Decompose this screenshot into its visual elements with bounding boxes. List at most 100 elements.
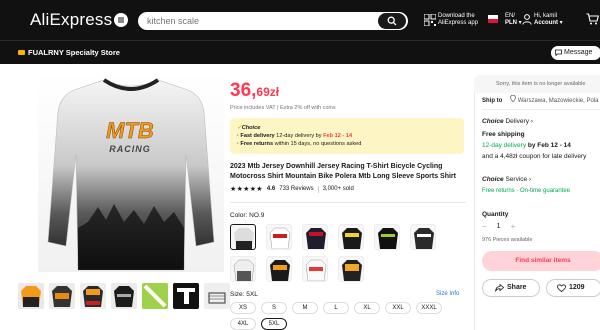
find-similar-button[interactable]: Find similar items [482,251,600,271]
color-swatch[interactable] [374,224,400,250]
download-line-1: Download the [438,13,475,19]
thumbnail-strip [18,283,230,309]
heart-icon [557,284,566,292]
free-shipping-label: Free shipping [482,131,525,138]
chat-icon [555,49,562,56]
rating-row: ★★★★★ 4.6 733 Reviews 3,000+ sold [230,185,354,193]
thumbnail[interactable] [80,283,106,309]
size-label: Size: 5XL [230,291,258,298]
size-options: XS S M L XL XXL XXXL 4XL 5XL [230,302,466,330]
search-button[interactable] [378,13,406,29]
message-button[interactable]: Message [551,46,600,60]
greeting-text: Hi, kamil [534,13,558,19]
size-option-5xl[interactable]: 5XL [261,318,287,330]
late-delivery-coupon: and a 4,48zł coupon for late delivery [482,153,587,160]
share-label: Share [507,284,527,291]
product-title: 2023 Mtb Jersey Downhill Jersey Racing T… [230,163,456,180]
price: 36,69zł [230,80,279,102]
quantity-stepper: − 1 + [482,222,515,231]
size-option-xxxl[interactable]: XXXL [416,302,442,314]
choice-badge: ✓Choice [237,125,261,131]
reviews-link[interactable]: 733 Reviews [279,186,313,192]
size-option-xs[interactable]: XS [230,302,256,314]
decrease-quantity-button[interactable]: − [482,222,487,231]
thumbnail[interactable] [18,283,44,309]
color-swatch[interactable] [266,224,292,250]
account-label: Account [534,20,558,26]
cart-icon[interactable] [586,13,599,25]
color-swatches [230,224,466,282]
account-menu[interactable]: Hi, kamil Account ▾ [534,13,563,27]
fast-delivery-line: · Fast delivery 12-day delivery by Feb 1… [237,133,353,139]
thumbnail[interactable] [49,283,75,309]
search-input[interactable] [147,14,367,28]
language-label: EN/ [505,13,516,19]
jersey-image: MTB RACING [47,78,215,271]
download-line-2: AliExpress app [438,20,479,26]
category-menu-button[interactable] [114,13,128,27]
size-option-s[interactable]: S [261,302,287,314]
sold-count: 3,000+ sold [322,186,354,192]
jersey-brand-logo: MTB [106,118,154,143]
pieces-available: 976 Pieces available [482,237,533,243]
message-label: Message [564,49,593,56]
color-label: Color: NO.9 [230,212,265,219]
user-icon[interactable] [522,14,532,25]
size-option-l[interactable]: L [323,302,349,314]
thumbnail[interactable] [204,283,230,309]
share-button[interactable]: Share [482,279,540,297]
color-swatch[interactable] [266,256,292,282]
size-info-link[interactable]: Size Info [436,291,459,297]
choice-service-heading[interactable]: Choice Service › [482,176,531,183]
search-icon [387,16,397,26]
delivery-date: 12-day delivery by Feb 12 - 14 [482,142,571,149]
price-integer: 36, [230,80,257,101]
search-bar [138,12,408,30]
ship-to-label: Ship to [482,98,503,104]
quantity-label: Quantity [482,211,509,218]
poland-flag-icon [488,15,498,23]
store-bar: FUALRNY Specialty Store Message [0,40,600,64]
language-currency-selector[interactable]: EN/ PLN ▾ [505,13,522,27]
increase-quantity-button[interactable]: + [511,222,516,231]
main-product-image[interactable]: MTB RACING [38,72,224,272]
unavailable-notice: Sorry, this item is no longer available [474,75,600,93]
wishlist-count: 1209 [569,284,585,291]
returns-guarantee: Free returns · On-time guarantee [482,188,571,194]
color-swatch[interactable] [230,256,256,282]
location-pin-icon [510,94,516,103]
qr-code-icon[interactable] [424,14,436,26]
size-option-xxl[interactable]: XXL [385,302,411,314]
thumbnail[interactable] [142,283,168,309]
jersey-subtitle-logo: RACING [109,144,151,154]
size-option-4xl[interactable]: 4XL [230,318,256,330]
choice-delivery-heading[interactable]: Choice Delivery › [482,118,533,125]
wishlist-button[interactable]: 1209 [546,279,600,297]
menu-icon [118,17,124,23]
color-swatch[interactable] [302,224,328,250]
choice-info-box: ✓Choice · Fast delivery 12-day delivery … [230,118,464,154]
price-note: Price includes VAT | Extra 2% off with c… [230,105,336,111]
star-rating-icon: ★★★★★ [230,186,263,193]
size-option-m[interactable]: M [292,302,318,314]
color-swatch[interactable] [410,224,436,250]
quantity-value[interactable]: 1 [497,223,501,230]
price-decimal: 69zł [256,85,280,99]
color-swatch[interactable] [338,256,364,282]
color-swatch[interactable] [338,224,364,250]
color-swatch[interactable] [302,256,328,282]
aliexpress-logo[interactable]: AliExpress [30,10,112,30]
share-icon [495,284,504,292]
ship-to-location: Warszawa, Mazowieckie, Pola [517,98,599,104]
thumbnail[interactable] [173,283,199,309]
store-name-link[interactable]: FUALRNY Specialty Store [28,48,120,57]
color-swatch[interactable] [230,224,256,250]
free-returns-line: · Free returns within 15 days, no questi… [237,141,362,147]
store-badge-icon [18,50,25,55]
thumbnail[interactable] [111,283,137,309]
top-navigation-bar: AliExpress Download the AliExpress app E… [0,0,600,40]
rating-value: 4.6 [266,186,276,192]
ship-to-row[interactable]: Ship to Warszawa, Mazowieckie, Pola [482,94,599,104]
download-app-link[interactable]: Download the AliExpress app [438,13,484,27]
size-option-xl[interactable]: XL [354,302,380,314]
